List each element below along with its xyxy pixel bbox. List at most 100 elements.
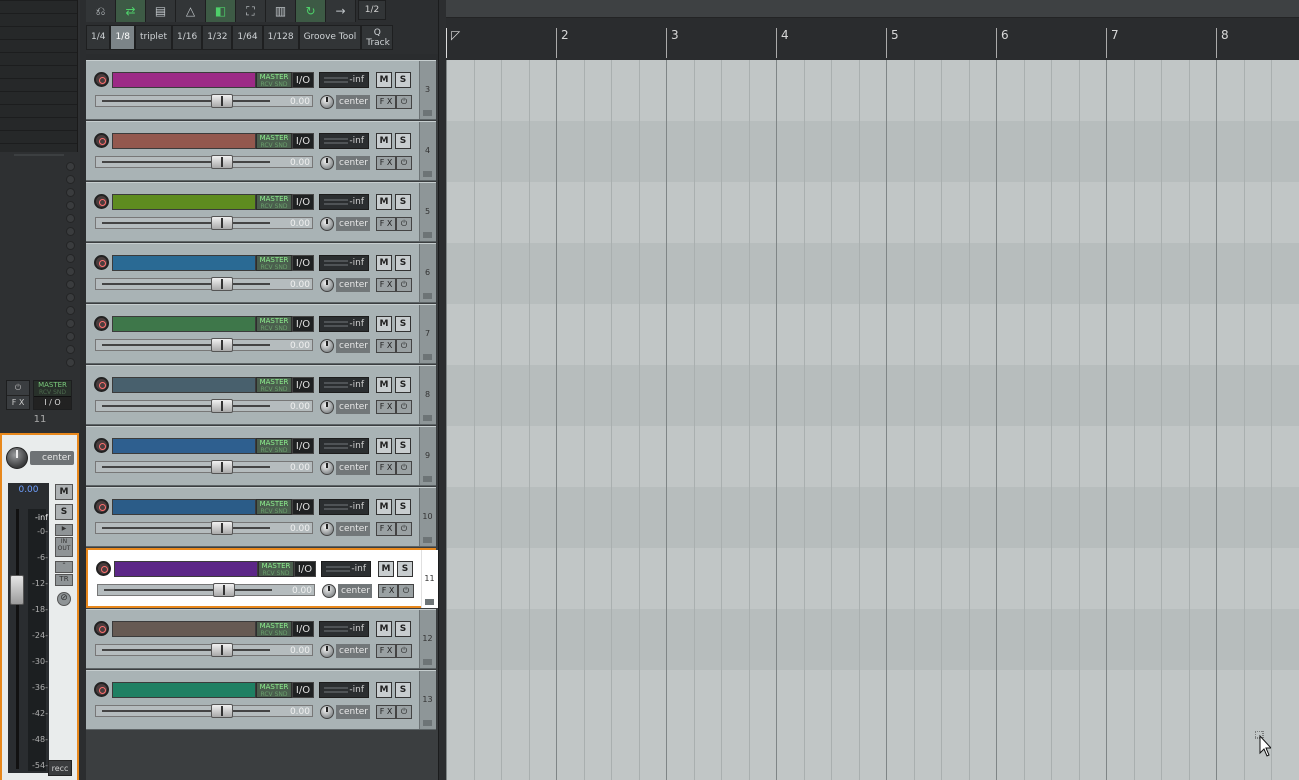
track-lane[interactable]: [446, 487, 1299, 548]
track-7[interactable]: MASTER RCV SND I/O -inf M S 0.00 center F X ⏻ 7: [86, 304, 436, 364]
track-fx-button[interactable]: F X: [376, 95, 396, 109]
folder-icon[interactable]: [423, 293, 432, 299]
track-lane[interactable]: [446, 548, 1299, 609]
track-9[interactable]: MASTER RCV SND I/O -inf M S 0.00 center F X ⏻ 9: [86, 426, 436, 486]
track-solo-button[interactable]: S: [395, 621, 411, 637]
mixer-fader-track[interactable]: [16, 509, 19, 769]
record-arm-icon[interactable]: [94, 316, 109, 331]
track-name-field[interactable]: [112, 194, 256, 210]
record-arm-icon[interactable]: [94, 133, 109, 148]
track-fx-button[interactable]: F X: [376, 461, 396, 475]
track-fx-bypass-icon[interactable]: ⏻: [396, 278, 412, 292]
track-fx-bypass-icon[interactable]: ⏻: [396, 461, 412, 475]
lock-icon[interactable]: ⛶: [236, 0, 266, 22]
folder-icon[interactable]: [423, 354, 432, 360]
mixer-power-icon[interactable]: ⏻: [7, 381, 29, 395]
track-fx-button[interactable]: F X: [376, 339, 396, 353]
folder-icon[interactable]: [423, 720, 432, 726]
track-routing-button[interactable]: MASTER RCV SND: [258, 561, 294, 577]
track-io-button[interactable]: I/O: [292, 72, 314, 88]
track-name-field[interactable]: [112, 255, 256, 271]
record-arm-icon[interactable]: [96, 561, 111, 576]
track-fx-button[interactable]: F X: [376, 278, 396, 292]
track-io-button[interactable]: I/O: [292, 194, 314, 210]
track-pan-knob[interactable]: [320, 644, 334, 658]
record-arm-icon[interactable]: [94, 255, 109, 270]
grid-1-8-button[interactable]: 1/8: [110, 25, 135, 50]
record-arm-icon[interactable]: [94, 499, 109, 514]
auto-crossfade-icon[interactable]: ⇄: [116, 0, 146, 22]
folder-icon[interactable]: [423, 659, 432, 665]
track-3[interactable]: MASTER RCV SND I/O -inf M S 0.00 center F X ⏻ 3: [86, 60, 436, 120]
track-pan-knob[interactable]: [320, 95, 334, 109]
track-name-field[interactable]: [112, 133, 256, 149]
track-volume-handle[interactable]: [211, 704, 233, 718]
track-pan-value[interactable]: center: [336, 278, 370, 292]
track-volume-handle[interactable]: [211, 460, 233, 474]
loop-start-marker[interactable]: ◸: [446, 28, 460, 58]
track-routing-button[interactable]: MASTER RCV SND: [256, 72, 292, 88]
folder-icon[interactable]: [423, 476, 432, 482]
track-mute-button[interactable]: M: [376, 133, 392, 149]
track-solo-button[interactable]: S: [397, 561, 413, 577]
track-routing-button[interactable]: MASTER RCV SND: [256, 133, 292, 149]
mixer-fx-button[interactable]: F X: [7, 395, 29, 409]
grid-1-4-button[interactable]: 1/4: [86, 25, 111, 50]
mixer-strip-selected[interactable]: center 0.00 -inf -0- -6- -12- -18- -24- …: [0, 433, 79, 780]
track-pan-knob[interactable]: [322, 584, 336, 598]
track-pan-knob[interactable]: [320, 339, 334, 353]
track-volume-handle[interactable]: [211, 521, 233, 535]
folder-icon[interactable]: [423, 232, 432, 238]
track-name-field[interactable]: [112, 621, 256, 637]
folder-icon[interactable]: [423, 110, 432, 116]
track-pan-knob[interactable]: [320, 156, 334, 170]
track-mute-button[interactable]: M: [376, 438, 392, 454]
track-mute-button[interactable]: M: [378, 561, 394, 577]
track-io-button[interactable]: I/O: [292, 316, 314, 332]
track-lane[interactable]: [446, 365, 1299, 426]
track-routing-button[interactable]: MASTER RCV SND: [256, 499, 292, 515]
track-routing-button[interactable]: MASTER RCV SND: [256, 316, 292, 332]
track-fx-bypass-icon[interactable]: ⏻: [396, 400, 412, 414]
track-lane[interactable]: [446, 182, 1299, 243]
record-arm-icon[interactable]: [94, 438, 109, 453]
track-fx-bypass-icon[interactable]: ⏻: [398, 584, 414, 598]
track-mute-button[interactable]: M: [376, 255, 392, 271]
track-mute-button[interactable]: M: [376, 377, 392, 393]
mixer-trim-button[interactable]: TR: [55, 574, 73, 586]
track-routing-button[interactable]: MASTER RCV SND: [256, 621, 292, 637]
track-lane[interactable]: [446, 609, 1299, 670]
track-pan-value[interactable]: center: [336, 705, 370, 719]
track-lane[interactable]: [446, 243, 1299, 304]
track-io-button[interactable]: I/O: [292, 621, 314, 637]
track-solo-button[interactable]: S: [395, 682, 411, 698]
track-11[interactable]: MASTER RCV SND I/O -inf M S 0.00 center F X ⏻ 11: [86, 548, 438, 608]
track-pan-knob[interactable]: [320, 522, 334, 536]
folder-icon[interactable]: [425, 599, 434, 605]
grid-half-button[interactable]: 1/2: [358, 0, 386, 20]
grid-1-64-button[interactable]: 1/64: [232, 25, 263, 50]
track-mute-button[interactable]: M: [376, 72, 392, 88]
mixer-play-icon[interactable]: ▶: [55, 524, 73, 536]
track-volume-handle[interactable]: [211, 338, 233, 352]
loop-icon[interactable]: ↻: [296, 0, 326, 22]
grid-1-128-button[interactable]: 1/128: [262, 25, 299, 50]
track-pan-value[interactable]: center: [336, 644, 370, 658]
track-volume-handle[interactable]: [211, 643, 233, 657]
track-fx-button[interactable]: F X: [378, 584, 398, 598]
track-volume-handle[interactable]: [211, 155, 233, 169]
q-track-button[interactable]: Q Track: [361, 25, 394, 50]
track-name-field[interactable]: [112, 499, 256, 515]
track-mute-button[interactable]: M: [376, 682, 392, 698]
track-fx-bypass-icon[interactable]: ⏻: [396, 95, 412, 109]
track-13[interactable]: MASTER RCV SND I/O -inf M S 0.00 center F X ⏻ 13: [86, 670, 436, 730]
track-10[interactable]: MASTER RCV SND I/O -inf M S 0.00 center F X ⏻ 10: [86, 487, 436, 547]
record-arm-icon[interactable]: [94, 682, 109, 697]
track-8[interactable]: MASTER RCV SND I/O -inf M S 0.00 center F X ⏻ 8: [86, 365, 436, 425]
grid-triplet-button[interactable]: triplet: [134, 25, 172, 50]
record-arm-icon[interactable]: [94, 377, 109, 392]
mixer-rec-tab[interactable]: recc: [48, 760, 72, 776]
track-name-field[interactable]: [112, 682, 256, 698]
track-solo-button[interactable]: S: [395, 72, 411, 88]
ruler-region-bar[interactable]: [446, 0, 1299, 18]
